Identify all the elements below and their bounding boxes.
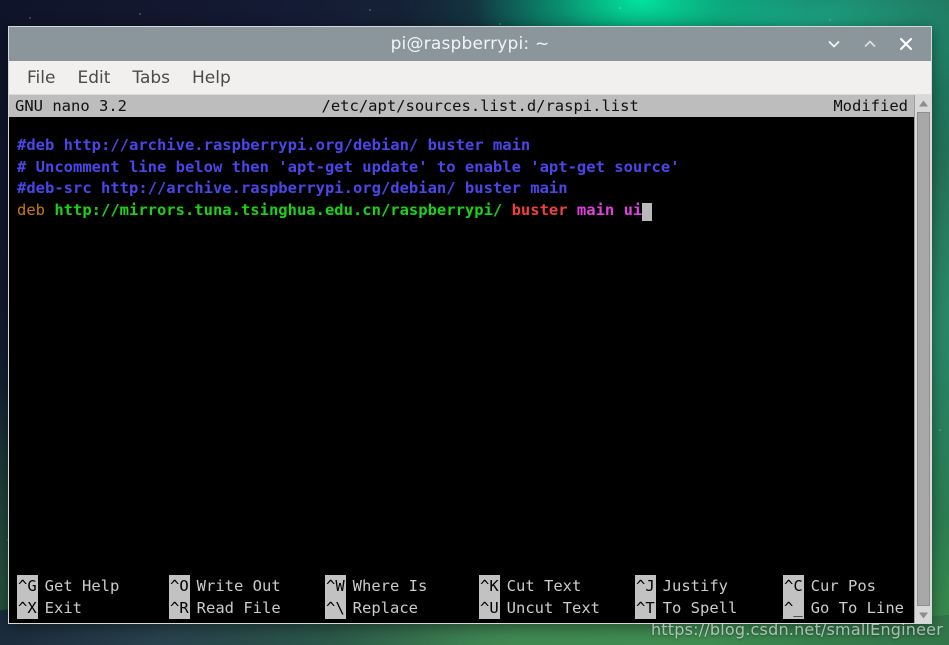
terminal-window: pi@raspberrypi: ~ File Edit Tabs Help GN… bbox=[8, 26, 932, 624]
chevron-down-icon bbox=[828, 41, 840, 48]
nano-line-segment: buster bbox=[511, 200, 577, 219]
nano-editor[interactable]: GNU nano 3.2 /etc/apt/sources.list.d/ras… bbox=[9, 95, 914, 623]
terminal-area: GNU nano 3.2 /etc/apt/sources.list.d/ras… bbox=[9, 95, 932, 623]
shortcut-row: ^X Exit ^R Read File ^\ Replace ^U Uncut Text ^T… bbox=[17, 597, 914, 619]
shortcut-key: ^K bbox=[479, 575, 500, 597]
nano-status-bar: GNU nano 3.2 /etc/apt/sources.list.d/ras… bbox=[9, 95, 914, 117]
shortcut-key: ^T bbox=[635, 597, 656, 619]
shortcut-key: ^G bbox=[17, 575, 38, 597]
chevron-up-icon bbox=[864, 40, 876, 47]
nano-shortcut-bar: ^G Get Help ^O Write Out ^W Where Is ^K Cut Tex… bbox=[9, 575, 914, 623]
shortcut-key: ^X bbox=[17, 597, 38, 619]
close-icon bbox=[899, 37, 913, 51]
shortcut-justify[interactable]: ^J Justify bbox=[635, 575, 783, 597]
shortcut-label: Justify bbox=[662, 577, 728, 595]
window-titlebar[interactable]: pi@raspberrypi: ~ bbox=[9, 27, 931, 61]
shortcut-label: To Spell bbox=[662, 599, 738, 617]
nano-line: # Uncomment line below then 'apt-get upd… bbox=[17, 157, 914, 179]
menu-item-edit[interactable]: Edit bbox=[75, 67, 112, 89]
scrollbar-thumb[interactable] bbox=[916, 112, 930, 606]
menu-item-tabs[interactable]: Tabs bbox=[130, 67, 172, 89]
maximize-button[interactable] bbox=[861, 35, 879, 53]
shortcut-exit[interactable]: ^X Exit bbox=[17, 597, 169, 619]
shortcut-key: ^C bbox=[783, 575, 804, 597]
menu-item-file[interactable]: File bbox=[25, 67, 57, 89]
nano-line-segment: #deb http://archive.raspberrypi.org/debi… bbox=[17, 136, 531, 154]
minimize-button[interactable] bbox=[825, 35, 843, 53]
shortcut-label: Write Out bbox=[196, 577, 281, 595]
shortcut-to-spell[interactable]: ^T To Spell bbox=[635, 597, 783, 619]
menu-item-help[interactable]: Help bbox=[190, 67, 233, 89]
nano-filename: /etc/apt/sources.list.d/raspi.list bbox=[321, 97, 639, 115]
shortcut-key: ^\ bbox=[325, 597, 346, 619]
shortcut-row: ^G Get Help ^O Write Out ^W Where Is ^K Cut Tex… bbox=[17, 575, 914, 597]
terminal-scrollbar[interactable] bbox=[914, 95, 932, 623]
shortcut-key: ^_ bbox=[783, 597, 804, 619]
shortcut-label: Get Help bbox=[44, 577, 120, 595]
shortcut-read-file[interactable]: ^R Read File bbox=[169, 597, 325, 619]
nano-line-segment: deb bbox=[17, 200, 55, 219]
shortcut-go-to-line[interactable]: ^_ Go To Line bbox=[783, 597, 904, 619]
shortcut-key: ^R bbox=[169, 597, 190, 619]
triangle-down-icon bbox=[918, 612, 928, 618]
shortcut-label: Replace bbox=[352, 599, 418, 617]
scroll-down-button[interactable] bbox=[914, 607, 932, 623]
nano-line-segment: main ui bbox=[576, 200, 643, 219]
shortcut-cut-text[interactable]: ^K Cut Text bbox=[479, 575, 635, 597]
nano-line-segment: # Uncomment line below then 'apt-get upd… bbox=[17, 157, 680, 176]
scrollbar-track[interactable] bbox=[914, 111, 932, 607]
text-cursor bbox=[642, 202, 652, 221]
shortcut-uncut-text[interactable]: ^U Uncut Text bbox=[479, 597, 635, 619]
nano-modified-flag: Modified bbox=[833, 97, 908, 115]
shortcut-write-out[interactable]: ^O Write Out bbox=[169, 575, 325, 597]
shortcut-key: ^W bbox=[325, 575, 346, 597]
triangle-up-icon bbox=[918, 100, 928, 106]
nano-line: #deb http://archive.raspberrypi.org/debi… bbox=[17, 135, 914, 157]
scroll-up-button[interactable] bbox=[914, 95, 932, 111]
menu-bar: File Edit Tabs Help bbox=[9, 61, 931, 95]
shortcut-replace[interactable]: ^\ Replace bbox=[325, 597, 479, 619]
shortcut-label: Cut Text bbox=[506, 577, 582, 595]
shortcut-key: ^J bbox=[635, 575, 656, 597]
shortcut-label: Read File bbox=[196, 599, 281, 617]
shortcut-cur-pos[interactable]: ^C Cur Pos bbox=[783, 575, 876, 597]
shortcut-where-is[interactable]: ^W Where Is bbox=[325, 575, 479, 597]
nano-text-buffer[interactable]: #deb http://archive.raspberrypi.org/debi… bbox=[9, 117, 914, 575]
nano-line: #deb-src http://archive.raspberrypi.org/… bbox=[17, 178, 914, 200]
shortcut-key: ^O bbox=[169, 575, 190, 597]
shortcut-label: Exit bbox=[44, 599, 82, 617]
shortcut-label: Where Is bbox=[352, 577, 428, 595]
nano-line-segment: http://mirrors.tuna.tsinghua.edu.cn/rasp… bbox=[54, 200, 512, 219]
shortcut-label: Uncut Text bbox=[506, 599, 600, 617]
shortcut-key: ^U bbox=[479, 597, 500, 619]
nano-line: deb http://mirrors.tuna.tsinghua.edu.cn/… bbox=[17, 200, 914, 222]
nano-version: GNU nano 3.2 bbox=[15, 97, 127, 115]
nano-line-segment: #deb-src http://archive.raspberrypi.org/… bbox=[17, 179, 568, 197]
window-title: pi@raspberrypi: ~ bbox=[390, 34, 550, 54]
window-controls bbox=[825, 35, 931, 53]
close-button[interactable] bbox=[897, 35, 915, 53]
shortcut-label: Cur Pos bbox=[810, 577, 876, 595]
shortcut-label: Go To Line bbox=[810, 599, 904, 617]
shortcut-get-help[interactable]: ^G Get Help bbox=[17, 575, 169, 597]
